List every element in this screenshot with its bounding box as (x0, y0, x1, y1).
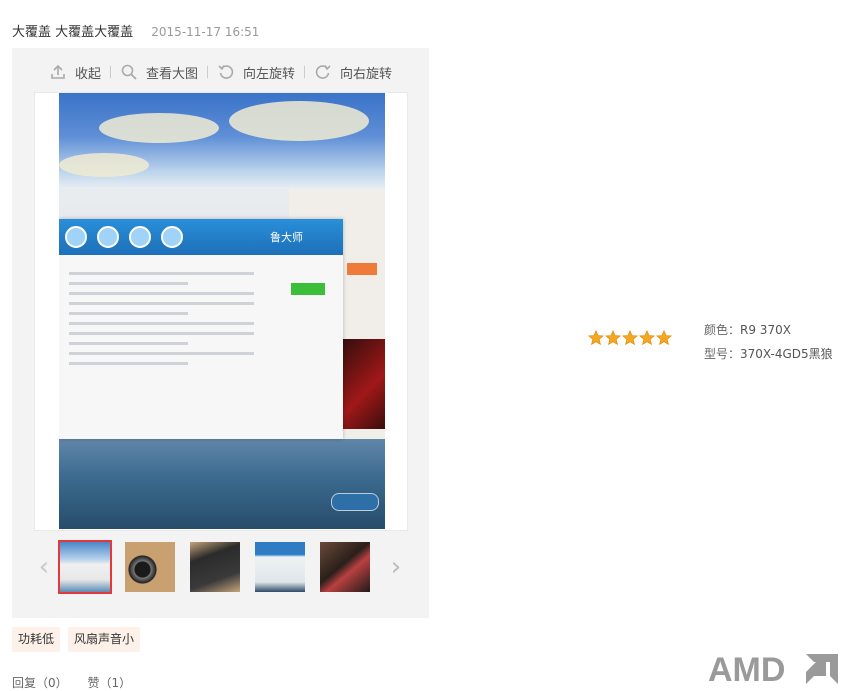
main-review-photo[interactable]: 鲁大师 (59, 93, 385, 529)
photo-app-icon (129, 226, 151, 248)
review-tags: 功耗低 风扇声音小 (12, 627, 141, 652)
next-thumbnail-arrow[interactable]: › (386, 552, 406, 582)
amd-arrow-mark (806, 654, 838, 684)
photo-text-line (69, 302, 254, 305)
photo-app-icon (65, 226, 87, 248)
photo-text-line (69, 292, 254, 295)
rotate-right-label: 向右旋转 (340, 66, 393, 82)
photo-text-line (69, 282, 188, 285)
photo-text-line (69, 312, 188, 315)
upload-icon (51, 64, 65, 79)
product-attributes: 颜色：R9 370X 型号：370X-4GD5黑狼 (704, 318, 833, 366)
attribute-color-value: R9 370X (740, 323, 791, 337)
photo-app-body (59, 255, 343, 382)
photo-taskbar-widget (331, 493, 379, 511)
reviewer-name[interactable]: 大覆盖 大覆盖大覆盖 (12, 25, 133, 40)
photo-text-line (69, 362, 188, 365)
rotate-right-button[interactable]: 向右旋转 (314, 63, 392, 82)
prev-thumbnail-arrow[interactable]: ‹ (34, 552, 54, 582)
rotate-left-button[interactable]: 向左旋转 (217, 63, 295, 82)
photo-cloud (99, 113, 219, 143)
photo-app-icon (97, 226, 119, 248)
photo-text-line (69, 332, 254, 335)
toolbar-divider (207, 66, 208, 78)
photo-app-button (291, 283, 325, 295)
rotate-right-icon (315, 65, 331, 79)
review-actions: 回复（0） 赞（1） (12, 674, 147, 691)
collapse-button[interactable]: 收起 (49, 63, 101, 82)
search-icon (121, 64, 137, 80)
photo-text-line (69, 322, 254, 325)
thumbnail-strip: ‹ › (12, 540, 429, 598)
collapse-label: 收起 (74, 66, 101, 82)
view-large-label: 查看大图 (145, 66, 198, 82)
review-header: 大覆盖 大覆盖大覆盖 2015-11-17 16:51 (12, 21, 259, 40)
thumbnail-5[interactable] (320, 542, 370, 592)
amd-logo-text: AMD (708, 651, 785, 686)
attribute-color: 颜色：R9 370X (704, 318, 833, 342)
view-large-button[interactable]: 查看大图 (120, 63, 198, 82)
toolbar-divider (109, 66, 111, 78)
star-icon (588, 330, 604, 346)
photo-app-brand: 鲁大师 (270, 231, 303, 244)
photo-cloud (59, 153, 149, 177)
star-icon (622, 330, 638, 346)
review-tag: 功耗低 (12, 627, 61, 652)
main-image-frame: 鲁大师 (34, 92, 408, 531)
review-date: 2015-11-17 16:51 (151, 25, 260, 39)
thumbnail-3[interactable] (190, 542, 240, 592)
rating-stars (588, 330, 672, 346)
amd-logo: AMD (708, 651, 838, 686)
attribute-color-label: 颜色： (704, 323, 741, 337)
attribute-model: 型号：370X-4GD5黑狼 (704, 342, 833, 366)
photo-side-button (347, 263, 377, 275)
star-icon (605, 330, 621, 346)
attribute-model-value: 370X-4GD5黑狼 (740, 347, 833, 361)
photo-monitor: 鲁大师 (59, 189, 385, 529)
thumbnail-1[interactable] (58, 540, 112, 594)
reply-button[interactable]: 回复（0） (12, 676, 68, 690)
star-icon (639, 330, 655, 346)
image-viewer: 收起 查看大图 向左旋转 向右旋转 鲁大师 ‹ › (12, 48, 429, 618)
like-button[interactable]: 赞（1） (87, 676, 131, 690)
photo-text-line (69, 272, 254, 275)
star-icon (656, 330, 672, 346)
toolbar-divider (304, 66, 306, 78)
review-tag: 风扇声音小 (68, 627, 141, 652)
rotate-left-icon (218, 65, 234, 79)
thumbnail-4[interactable] (255, 542, 305, 592)
photo-app-toolbar: 鲁大师 (59, 219, 343, 255)
image-toolbar: 收起 查看大图 向左旋转 向右旋转 (12, 60, 429, 84)
rotate-left-label: 向左旋转 (243, 66, 296, 82)
photo-app-window: 鲁大师 (59, 219, 343, 439)
thumbnail-2[interactable] (125, 542, 175, 592)
photo-text-line (69, 352, 254, 355)
photo-text-line (69, 342, 188, 345)
photo-cloud (229, 101, 369, 141)
attribute-model-label: 型号： (704, 347, 741, 361)
photo-app-icon (161, 226, 183, 248)
